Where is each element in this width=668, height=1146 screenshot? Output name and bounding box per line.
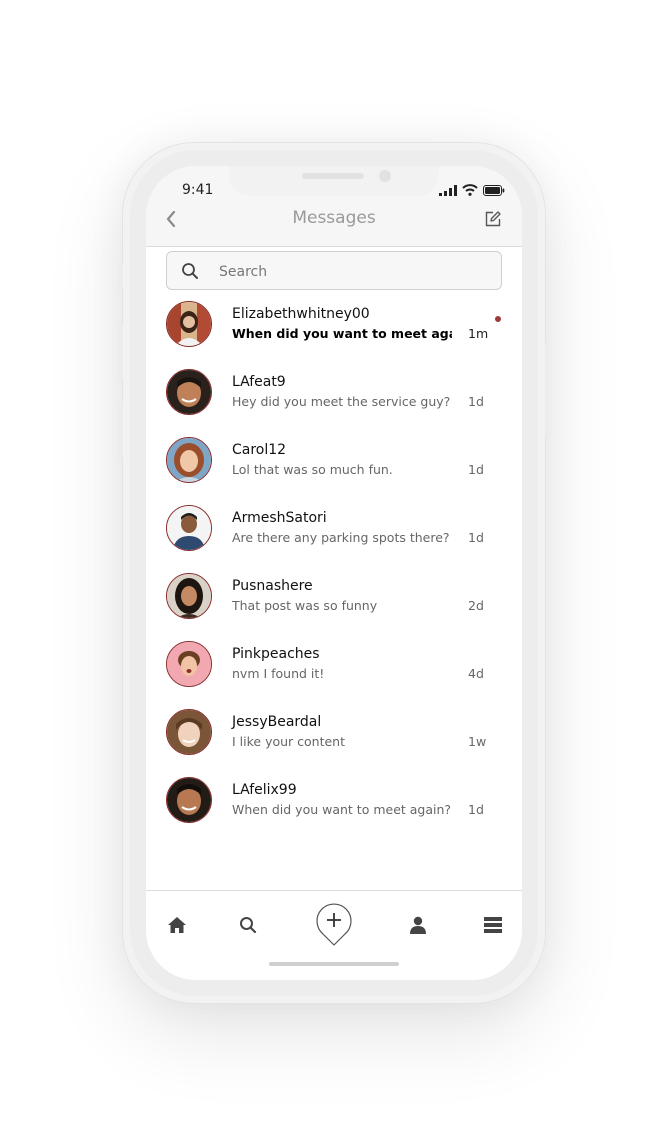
speaker [302,173,364,179]
tab-home[interactable] [157,905,197,945]
message-preview: Are there any parking spots there? [232,530,450,545]
status-icons [439,184,505,196]
contact-name: Elizabethwhitney00 [232,306,370,322]
side-button-volume-down [119,400,123,458]
avatar [166,641,212,687]
search-icon [240,917,257,934]
message-preview: That post was so funny [232,598,378,613]
tab-menu[interactable] [473,905,513,945]
message-time: 1d [468,462,484,477]
contact-name: LAfeat9 [232,374,286,390]
wifi-icon [462,184,478,196]
side-button-power [545,342,549,438]
home-indicator [269,962,399,966]
conversation-row[interactable]: Pinkpeaches nvm I found it! 4d [146,632,522,700]
message-time: 1d [468,802,484,817]
message-preview: Hey did you meet the service guy? [232,394,451,409]
contact-name: LAfelix99 [232,782,297,798]
profile-icon [410,916,426,934]
tab-bar [146,890,522,980]
conversation-row[interactable]: LAfelix99 When did you want to meet agai… [146,768,522,836]
contact-name: Pusnashere [232,578,313,594]
side-button-volume-up [119,322,123,380]
tab-search[interactable] [228,905,268,945]
contact-name: JessyBeardal [232,714,322,730]
battery-icon [483,185,505,196]
unread-indicator [495,316,501,322]
message-time: 1d [468,530,484,545]
message-time: 1m [468,326,489,341]
front-camera [379,170,391,182]
signal-icon [439,185,457,196]
avatar [166,573,212,619]
phone-screen: 9:41 Messages Search Elizabethwhitney00 … [146,166,522,980]
avatar [166,437,212,483]
conversation-row[interactable]: JessyBeardal I like your content 1w [146,700,522,768]
message-preview: I like your content [232,734,346,749]
conversation-row[interactable]: Carol12 Lol that was so much fun. 1d [146,428,522,496]
message-time: 1d [468,394,484,409]
conversation-row[interactable]: LAfeat9 Hey did you meet the service guy… [146,360,522,428]
message-time: 1w [468,734,487,749]
contact-name: Pinkpeaches [232,646,320,662]
conversation-row[interactable]: Pusnashere That post was so funny 2d [146,564,522,632]
status-time: 9:41 [182,182,214,198]
message-preview: Lol that was so much fun. [232,462,393,477]
conversation-row[interactable]: Elizabethwhitney00 When did you want to … [146,292,522,360]
tab-create-post[interactable] [312,899,356,949]
home-icon [168,917,186,933]
contact-name: ArmeshSatori [232,510,327,526]
message-time: 4d [468,666,484,681]
conversation-row[interactable]: ArmeshSatori Are there any parking spots… [146,496,522,564]
message-preview: nvm I found it! [232,666,325,681]
side-button-silent [119,262,123,290]
message-preview: When did you want to meet again?... [232,326,452,341]
menu-icon [484,917,502,933]
contact-name: Carol12 [232,442,287,458]
search-icon [181,262,199,280]
plus-icon [316,903,352,946]
message-preview: When did you want to meet again?... [232,802,452,817]
avatar [166,505,212,551]
avatar [166,777,212,823]
message-time: 2d [468,598,484,613]
search-input[interactable] [217,252,491,291]
avatar [166,369,212,415]
compose-button[interactable] [484,210,502,228]
compose-icon [485,211,501,227]
avatar [166,301,212,347]
search-bar[interactable] [166,251,502,291]
page-title: Messages [292,208,376,228]
top-bar: 9:41 Messages [146,166,522,247]
avatar [166,709,212,755]
tab-profile[interactable] [398,905,438,945]
notch [229,166,439,196]
